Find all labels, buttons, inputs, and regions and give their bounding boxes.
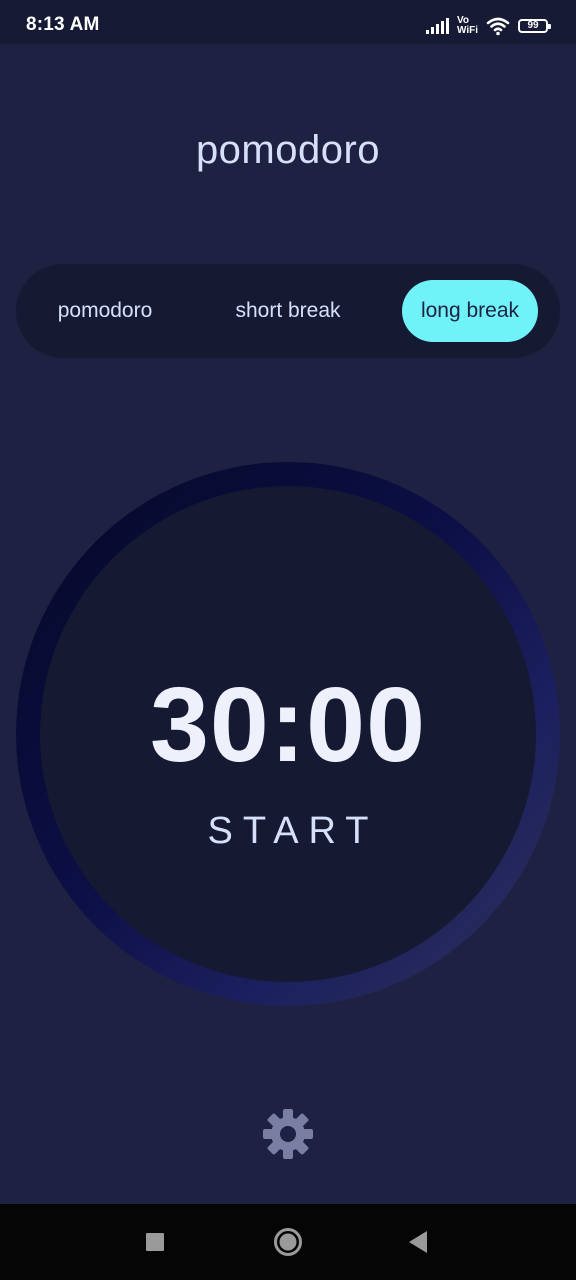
- wifi-label: WiFi: [456, 25, 478, 36]
- battery-level: 99: [527, 20, 539, 31]
- app-screen: 8:13 AM Vo WiFi 99 pomodoro pomodoro sho…: [0, 0, 576, 1280]
- mode-switch: pomodoro short break long break: [16, 264, 560, 358]
- status-bar: 8:13 AM Vo WiFi 99: [0, 0, 576, 44]
- status-icons: Vo WiFi 99: [425, 14, 551, 38]
- wifi-icon: [486, 17, 510, 36]
- tab-long-break[interactable]: long break: [402, 280, 538, 342]
- home-circle-icon: [274, 1228, 302, 1256]
- signal-icon: [425, 18, 449, 34]
- home-button[interactable]: [272, 1226, 304, 1258]
- vowifi-icon: Vo WiFi: [457, 16, 478, 36]
- gear-icon: [263, 1109, 313, 1159]
- status-time: 8:13 AM: [26, 14, 100, 35]
- settings-button[interactable]: [262, 1108, 314, 1160]
- recents-square-icon: [146, 1233, 164, 1251]
- navigation-bar: [0, 1204, 576, 1280]
- back-triangle-icon: [409, 1231, 427, 1253]
- start-button[interactable]: START: [40, 810, 536, 853]
- tab-pomodoro[interactable]: pomodoro: [36, 280, 174, 342]
- app-title: pomodoro: [195, 128, 381, 172]
- tab-short-break[interactable]: short break: [216, 280, 360, 342]
- timer-dial: 30:00 START: [16, 462, 560, 1006]
- back-button[interactable]: [402, 1226, 434, 1258]
- battery-icon: 99: [518, 19, 551, 33]
- timer-value: 30:00: [149, 666, 427, 784]
- timer-face[interactable]: 30:00 START: [40, 486, 536, 982]
- recents-button[interactable]: [139, 1226, 171, 1258]
